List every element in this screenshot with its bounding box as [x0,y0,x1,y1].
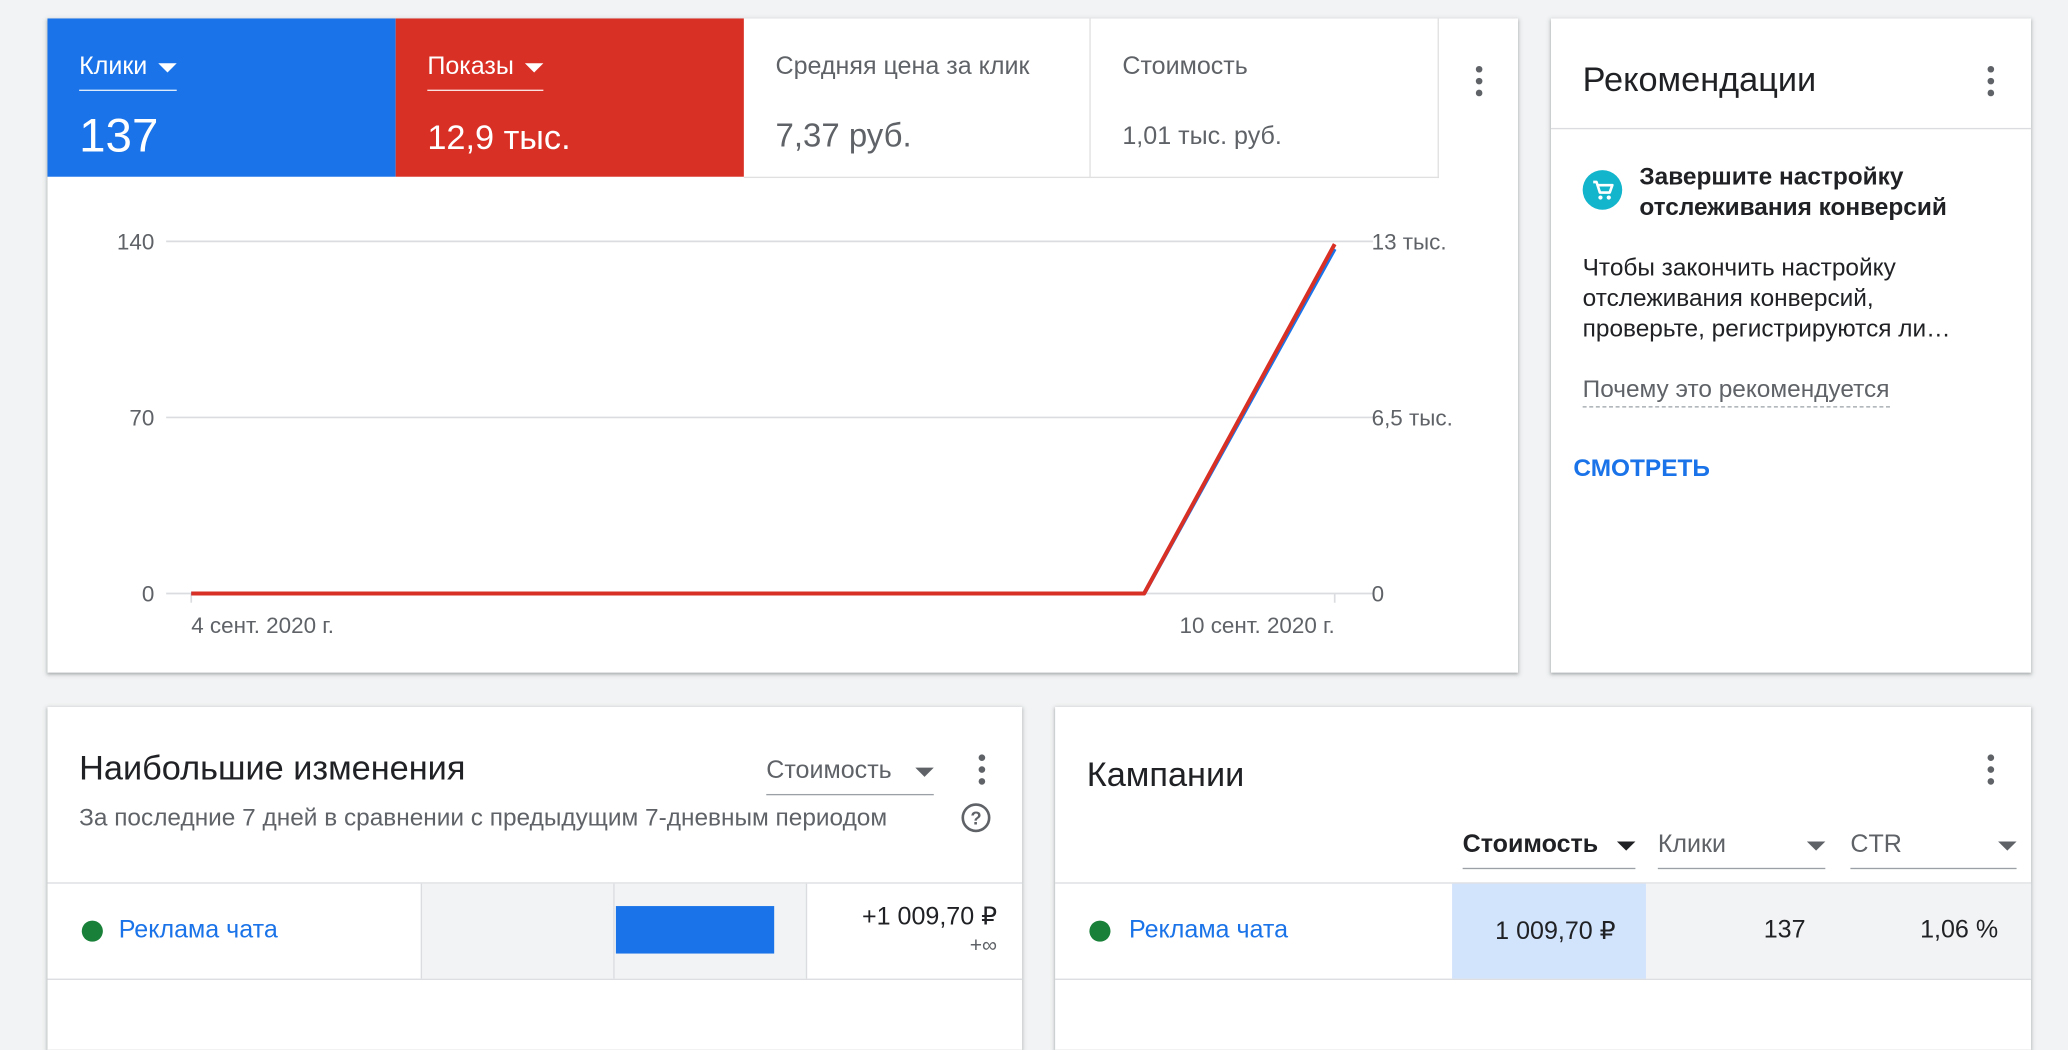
metric-select[interactable]: Стоимость [766,757,934,796]
change-percent: +∞ [969,935,998,958]
overview-card: Клики 137 Показы 12,9 тыс. Средняя цена … [47,18,1519,673]
column-label: CTR [1850,830,1902,859]
biggest-changes-card: Наибольшие изменения Стоимость За послед… [47,706,1023,1050]
y-left-tick-label: 0 [142,581,154,606]
cell-clicks-ctr: 137 1,06 % [1645,883,2032,979]
column-label: Стоимость [1462,830,1599,859]
y-right-tick-label: 13 тыс. [1372,229,1447,254]
column-header-clicks[interactable]: Клики [1657,830,1826,870]
change-bar-area [420,883,808,979]
performance-chart: 0 70 140 0 6,5 тыс. 13 тыс. 4 сент. 2020 г. 1… [117,229,1453,638]
table-row: Реклама чата +1 009,70 ₽ +∞ [47,882,1023,980]
cell-cost: 1 009,70 ₽ [1452,883,1646,979]
column-header-cost[interactable]: Стоимость [1462,830,1636,870]
campaigns-title: Кампании [1086,754,1245,794]
view-recommendation-button[interactable]: СМОТРЕТЬ [1573,454,1710,483]
shopping-cart-icon [1582,170,1623,210]
series-line-clicks [191,247,1337,596]
status-enabled-icon [81,920,103,942]
change-value: +1 009,70 ₽ [861,903,998,932]
help-circle-icon[interactable]: ? [961,803,991,833]
x-tick-label: 10 сент. 2020 г. [1180,613,1335,638]
column-label: Клики [1657,830,1727,859]
clicks-value: 137 [1763,916,1806,945]
biggest-changes-subtitle: За последние 7 дней в сравнении с предыд… [79,803,888,831]
campaign-link[interactable]: Реклама чата [119,917,278,946]
dropdown-arrow-icon [1806,840,1826,851]
recommendations-title: Рекомендации [1582,59,1817,99]
more-options-icon[interactable] [1976,754,2008,786]
y-right-tick-label: 6,5 тыс. [1372,405,1453,430]
more-options-icon[interactable] [1976,65,2008,98]
cost-value: 1 009,70 ₽ [1495,917,1616,946]
change-bar [615,906,775,954]
why-recommended-link[interactable]: Почему это рекомендуется [1582,375,1890,408]
divider [1551,127,2032,130]
column-header-ctr[interactable]: CTR [1850,830,2017,870]
series-line-impressions [191,243,1337,596]
biggest-changes-title: Наибольшие изменения [79,747,466,788]
metric-select-label: Стоимость [766,757,892,785]
table-row: Реклама чата 1 009,70 ₽ 137 1,06 % [1055,882,2032,980]
dropdown-arrow-icon [915,766,934,777]
campaigns-card: Кампании Стоимость Клики CTR Реклама чат… [1055,706,2032,1050]
recommendation-title: Завершите настройку отслеживания конверс… [1639,162,1947,221]
status-enabled-icon [1089,920,1111,942]
recommendations-card: Рекомендации Завершите настройку отслежи… [1551,18,2032,673]
ctr-value: 1,06 % [1920,916,1999,945]
y-left-tick-label: 140 [117,229,154,254]
recommendation-text: Чтобы закончить настройку отслеживания к… [1582,253,1951,342]
sort-arrow-icon [1616,840,1636,851]
more-options-icon[interactable] [967,754,999,786]
divider [613,883,615,979]
y-right-tick-label: 0 [1372,581,1384,606]
campaign-link[interactable]: Реклама чата [1129,917,1288,946]
x-tick-label: 4 сент. 2020 г. [191,613,334,638]
y-left-tick-label: 70 [129,405,154,430]
dropdown-arrow-icon [1998,840,2017,851]
